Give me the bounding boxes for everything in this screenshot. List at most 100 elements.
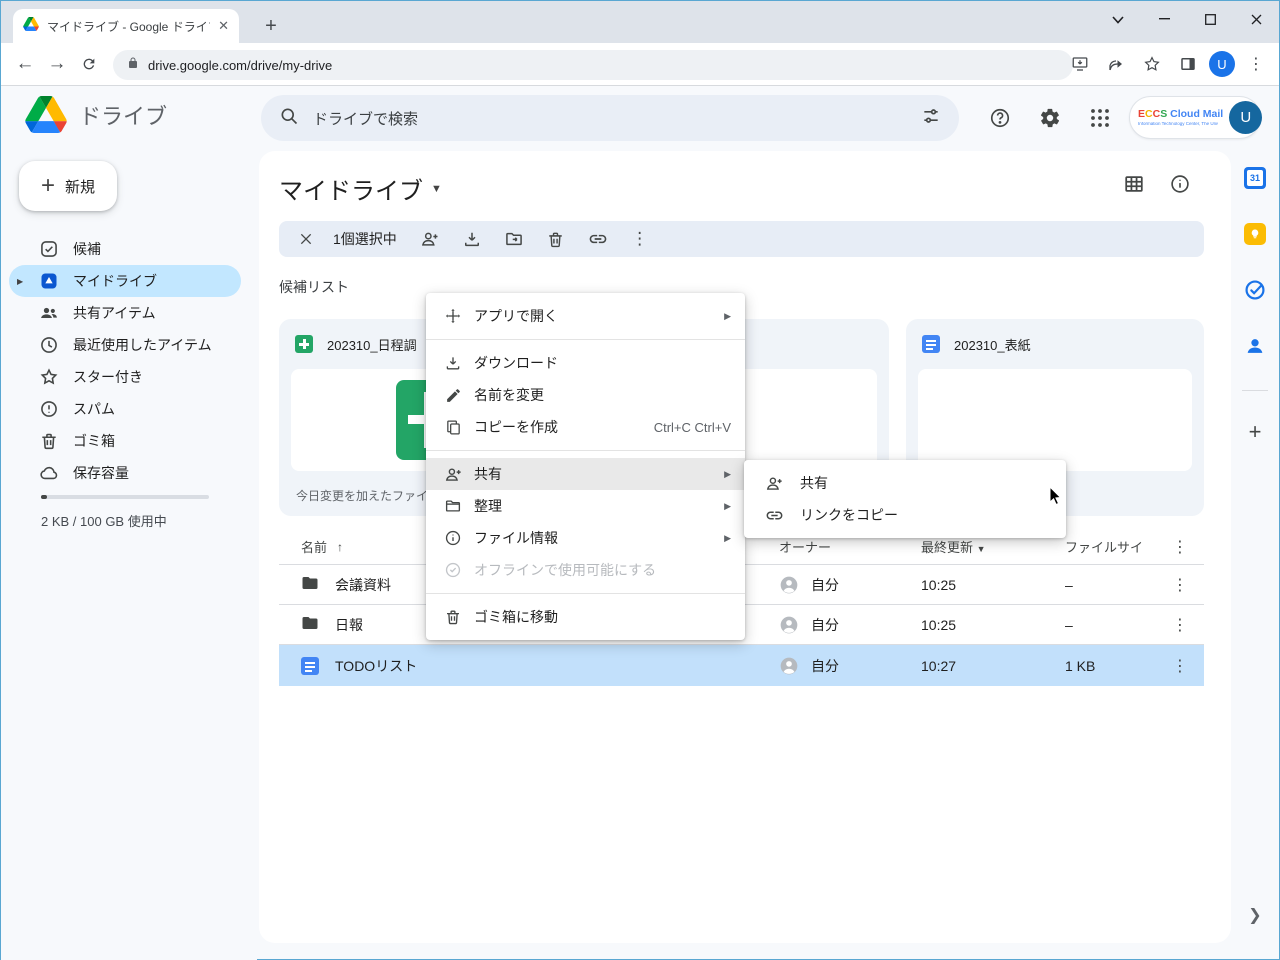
check-square-icon [39,239,59,259]
details-info-icon[interactable] [1169,173,1191,200]
column-header-modified[interactable]: 最終更新 ▼ [921,537,986,556]
drive-favicon [23,17,39,36]
docs-file-icon [922,335,940,353]
google-apps-icon[interactable] [1081,99,1119,137]
submenu-arrow-icon: ▶ [724,533,731,544]
row-more-icon[interactable]: ⋮ [1172,575,1188,595]
column-header-name[interactable]: 名前↑ [301,537,343,556]
download-icon [441,354,465,372]
sidebar-item-shared[interactable]: 共有アイテム [9,297,241,329]
expand-arrow-icon[interactable]: ▶ [17,277,23,286]
menu-item-move-to-trash[interactable]: ゴミ箱に移動 [426,601,745,633]
account-badge[interactable]: ECCS Cloud Mail Information Technology C… [1129,96,1261,139]
contacts-icon[interactable] [1243,334,1267,358]
minimize-button[interactable] [1141,1,1187,37]
add-panel-app-icon[interactable]: + [1249,419,1262,445]
grid-view-icon[interactable] [1123,173,1145,200]
page-title[interactable]: マイドライブ ▼ [279,171,442,206]
calendar-icon[interactable]: 31 [1243,166,1267,190]
share-submenu: 共有 リンクをコピー [744,460,1066,538]
menu-item-file-info[interactable]: ファイル情報 ▶ [426,522,745,554]
sort-ascending-icon: ↑ [337,540,343,554]
sidebar-item-storage[interactable]: 保存容量 [9,457,241,489]
trash-icon [441,608,465,626]
collapse-side-panel-icon[interactable]: ❯ [1231,905,1279,925]
row-more-icon[interactable]: ⋮ [1172,615,1188,635]
menu-item-download[interactable]: ダウンロード [426,347,745,379]
trash-icon [39,431,59,451]
close-button[interactable] [1233,1,1279,37]
maximize-button[interactable] [1187,1,1233,37]
settings-gear-icon[interactable] [1031,99,1069,137]
share-person-add-icon [441,465,465,484]
new-tab-button[interactable]: + [259,15,283,39]
drive-logo[interactable]: ドライブ [25,96,167,133]
sidebar-item-suggested[interactable]: 候補 [9,233,241,265]
drive-app-name: ドライブ [79,99,167,131]
search-bar[interactable]: ドライブで検索 [261,95,959,141]
column-options-icon[interactable]: ⋮ [1172,537,1188,557]
browser-tab[interactable]: マイドライブ - Google ドライブ ✕ [13,9,239,43]
folder-icon [441,497,465,515]
sidebar-item-trash[interactable]: ゴミ箱 [9,425,241,457]
submenu-arrow-icon: ▶ [724,311,731,322]
more-actions-icon[interactable]: ⋮ [623,223,657,255]
owner-avatar [779,615,799,635]
spam-icon [39,399,59,419]
tab-search-icon[interactable] [1103,5,1133,35]
sidebar-item-my-drive[interactable]: ▶ マイドライブ [9,265,241,297]
clear-selection-icon[interactable] [289,223,323,255]
clock-icon [39,335,59,355]
new-button[interactable]: + 新規 [19,161,117,211]
sidebar-item-starred[interactable]: スター付き [9,361,241,393]
storage-usage-text: 2 KB / 100 GB 使用中 [41,511,167,530]
title-dropdown-icon[interactable]: ▼ [431,183,442,195]
help-icon[interactable] [981,99,1019,137]
account-badge-title: ECCS Cloud Mail [1138,109,1223,120]
table-row-selected[interactable]: TODOリスト 自分 10:27 1 KB ⋮ [279,645,1204,686]
menu-item-offline: オフラインで使用可能にする [426,554,745,586]
menu-item-share[interactable]: 共有 ▶ [426,458,745,490]
search-icon[interactable] [279,106,299,131]
sidebar-item-recent[interactable]: 最近使用したアイテム [9,329,241,361]
share-icon[interactable] [1101,49,1131,79]
get-link-icon[interactable] [581,223,615,255]
sheets-file-icon [295,335,313,353]
back-icon[interactable]: ← [9,48,41,80]
trash-icon[interactable] [539,223,573,255]
menu-item-open-with[interactable]: アプリで開く ▶ [426,300,745,332]
info-icon [441,529,465,547]
install-icon[interactable] [1065,49,1095,79]
column-header-size[interactable]: ファイルサイ [1065,537,1143,556]
side-panel-icon[interactable] [1173,49,1203,79]
submenu-item-copy-link[interactable]: リンクをコピー [744,499,1066,531]
share-person-add-icon[interactable] [413,223,447,255]
context-menu: アプリで開く ▶ ダウンロード 名前を変更 コピーを作成 Ctrl+C Ctrl… [426,293,745,640]
suggestions-label: 候補リスト [279,277,349,297]
search-options-icon[interactable] [921,106,941,131]
address-bar[interactable]: drive.google.com/drive/my-drive [113,50,1073,80]
menu-item-organize[interactable]: 整理 ▶ [426,490,745,522]
column-header-owner[interactable]: オーナー [779,537,831,556]
browser-profile-avatar[interactable]: U [1209,51,1235,77]
owner-avatar [779,575,799,595]
share-person-add-icon [762,474,786,493]
submenu-item-share[interactable]: 共有 [744,467,1066,499]
row-more-icon[interactable]: ⋮ [1172,656,1188,676]
move-to-folder-icon[interactable] [497,223,531,255]
reload-icon[interactable] [73,48,105,80]
card-file-name: 202310_表紙 [954,335,1031,354]
drive-profile-avatar[interactable]: U [1229,101,1262,134]
menu-item-make-copy[interactable]: コピーを作成 Ctrl+C Ctrl+V [426,411,745,443]
menu-item-rename[interactable]: 名前を変更 [426,379,745,411]
bookmark-star-icon[interactable] [1137,49,1167,79]
sidebar-item-spam[interactable]: スパム [9,393,241,425]
tab-close-icon[interactable]: ✕ [218,18,229,34]
keep-icon[interactable] [1243,222,1267,246]
forward-icon[interactable]: → [41,48,73,80]
download-icon[interactable] [455,223,489,255]
tasks-icon[interactable] [1243,278,1267,302]
lock-icon [127,56,139,75]
browser-menu-icon[interactable]: ⋮ [1241,49,1271,79]
browser-toolbar: ← → drive.google.com/drive/my-drive U [1,43,1279,86]
